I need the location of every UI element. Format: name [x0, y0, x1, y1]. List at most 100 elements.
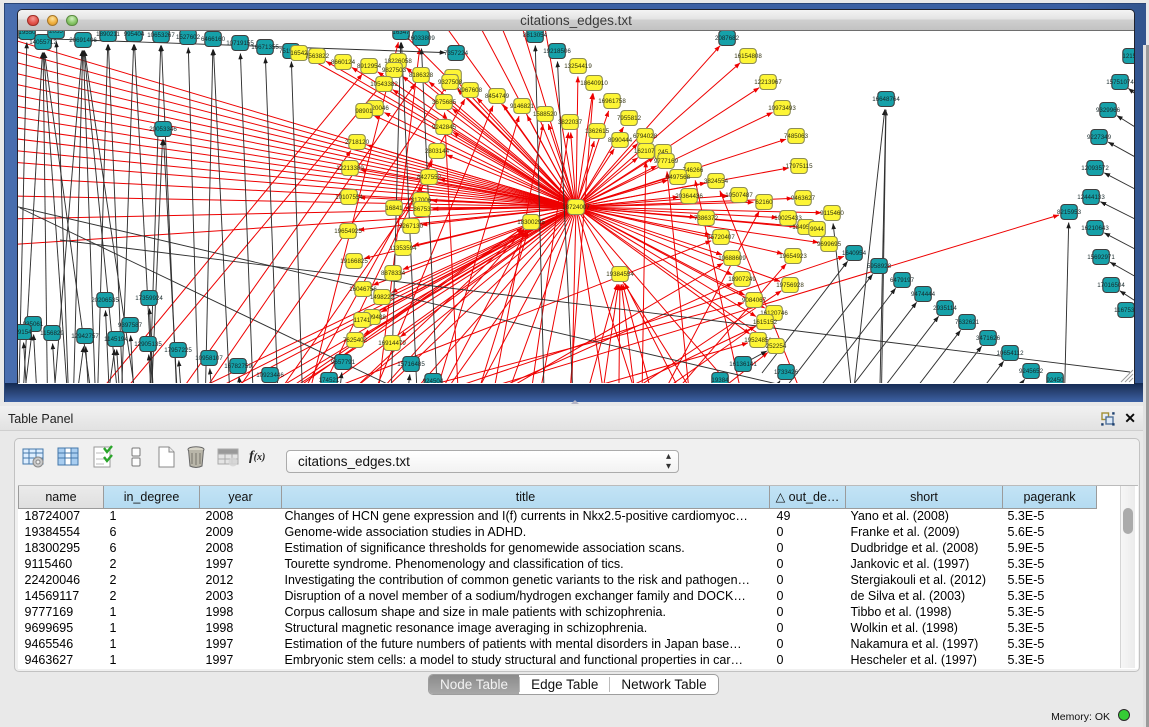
svg-text:924504: 924504: [423, 378, 444, 383]
svg-text:6466160: 6466160: [201, 36, 226, 43]
svg-text:3822037: 3822037: [558, 119, 583, 126]
svg-text:16841: 16841: [385, 205, 403, 212]
svg-text:1588520: 1588520: [533, 111, 558, 118]
svg-text:10507487: 10507487: [725, 192, 753, 199]
svg-text:19654925: 19654925: [334, 228, 362, 235]
svg-text:10688609: 10688609: [718, 255, 746, 262]
svg-text:11353594: 11353594: [389, 245, 417, 252]
svg-text:15751074: 15751074: [1106, 79, 1134, 86]
svg-text:1167534: 1167534: [1114, 307, 1134, 314]
svg-text:13254419: 13254419: [564, 63, 592, 70]
svg-text:10719155: 10719155: [226, 40, 254, 47]
svg-text:9329966: 9329966: [1096, 107, 1121, 114]
svg-text:18907249: 18907249: [728, 276, 756, 283]
svg-text:1498222: 1498222: [370, 294, 395, 301]
svg-text:10653267: 10653267: [147, 32, 175, 39]
svg-text:19384554: 19384554: [606, 271, 634, 278]
svg-text:19756928: 19756928: [776, 282, 804, 289]
svg-text:9084067: 9084067: [742, 297, 767, 304]
svg-text:174521: 174521: [319, 377, 340, 383]
svg-text:3267130: 3267130: [399, 223, 424, 230]
svg-text:10107554: 10107554: [335, 194, 363, 201]
svg-text:1615152: 1615152: [753, 319, 778, 326]
svg-text:12213389: 12213389: [336, 165, 364, 172]
svg-text:16046756: 16046756: [349, 286, 377, 293]
svg-text:9327508: 9327508: [438, 79, 463, 86]
svg-text:15720407: 15720407: [707, 234, 735, 241]
svg-text:17975115: 17975115: [785, 163, 813, 170]
svg-text:6479197: 6479197: [890, 277, 915, 284]
svg-text:17957225: 17957225: [164, 347, 192, 354]
svg-text:18300295: 18300295: [517, 219, 545, 226]
svg-text:19550: 19550: [18, 31, 36, 36]
svg-text:14055712: 14055712: [29, 39, 57, 46]
svg-text:8186328: 8186328: [409, 72, 434, 79]
svg-text:9397587: 9397587: [118, 322, 143, 329]
svg-text:9944: 9944: [810, 226, 824, 233]
svg-text:16671355: 16671355: [251, 44, 279, 51]
svg-text:16914479: 16914479: [378, 340, 406, 347]
svg-text:7625402: 7625402: [343, 337, 368, 344]
svg-text:9245652: 9245652: [1019, 368, 1044, 375]
svg-text:16136141: 16136141: [729, 361, 757, 368]
svg-text:2967608: 2967608: [458, 87, 483, 94]
svg-text:15692971: 15692971: [1087, 254, 1115, 261]
svg-text:16648764: 16648764: [872, 96, 900, 103]
svg-text:8427552: 8427552: [417, 174, 442, 181]
svg-text:8813054: 8813054: [523, 32, 548, 39]
svg-text:9227349: 9227349: [1087, 134, 1112, 141]
svg-text:2803144: 2803144: [425, 148, 450, 155]
svg-text:20364436: 20364436: [675, 193, 703, 200]
svg-text:17359924: 17359924: [135, 295, 163, 302]
svg-text:2935114: 2935114: [933, 305, 957, 312]
svg-text:19654923: 19654923: [779, 253, 807, 260]
svg-text:8454749: 8454749: [485, 93, 510, 100]
svg-text:18640910: 18640910: [580, 80, 608, 87]
svg-text:7357224: 7357224: [444, 50, 469, 57]
svg-text:3471626: 3471626: [976, 335, 1001, 342]
svg-text:3675685: 3675685: [432, 99, 457, 106]
svg-text:39154: 39154: [18, 329, 32, 336]
svg-text:12093572: 12093572: [1081, 165, 1109, 172]
svg-text:10654112: 10654112: [996, 350, 1024, 357]
svg-text:6497568: 6497568: [666, 174, 691, 181]
svg-text:12154: 12154: [1122, 53, 1134, 60]
svg-text:16782759: 16782759: [224, 363, 252, 370]
svg-text:18724007: 18724007: [562, 204, 590, 211]
svg-text:11741: 11741: [354, 317, 371, 324]
svg-text:1145194: 1145194: [104, 336, 128, 343]
svg-text:5958928: 5958928: [867, 263, 892, 270]
svg-text:2718120: 2718120: [345, 139, 370, 146]
svg-text:12905135: 12905135: [134, 341, 162, 348]
svg-text:8660124: 8660124: [331, 59, 356, 66]
svg-text:1527602: 1527602: [176, 34, 201, 41]
svg-text:20053346: 20053346: [149, 126, 177, 133]
svg-text:995404: 995404: [124, 31, 145, 38]
svg-text:19218506: 19218506: [543, 48, 571, 55]
svg-text:10958107: 10958107: [195, 355, 223, 362]
svg-text:10543382: 10543382: [370, 81, 398, 88]
svg-text:9115460: 9115460: [820, 210, 844, 217]
svg-text:6794028: 6794028: [633, 133, 658, 140]
svg-text:3824554: 3824554: [704, 178, 729, 185]
svg-text:1156829: 1156829: [40, 330, 64, 337]
svg-text:9777169: 9777169: [654, 158, 679, 165]
svg-text:20691406: 20691406: [69, 37, 97, 44]
svg-text:12942757: 12942757: [71, 333, 99, 340]
svg-text:17016504: 17016504: [1097, 282, 1125, 289]
svg-text:7955812: 7955812: [617, 115, 642, 122]
svg-text:8990444: 8990444: [608, 137, 633, 144]
svg-text:252254: 252254: [766, 343, 787, 350]
svg-text:9474444: 9474444: [911, 291, 936, 298]
svg-text:9242845: 9242845: [432, 124, 457, 131]
svg-text:7485063: 7485063: [784, 133, 809, 140]
svg-text:10923446: 10923446: [256, 372, 284, 379]
svg-text:9827503: 9827503: [382, 67, 407, 74]
svg-text:19384: 19384: [711, 377, 729, 383]
svg-text:92450: 92450: [1046, 377, 1064, 383]
svg-text:9657791: 9657791: [331, 359, 356, 366]
svg-text:16210643: 16210643: [1081, 225, 1109, 232]
svg-text:16033809: 16033809: [407, 35, 435, 42]
svg-text:12213967: 12213967: [754, 79, 782, 86]
svg-text:16961758: 16961758: [598, 98, 626, 105]
